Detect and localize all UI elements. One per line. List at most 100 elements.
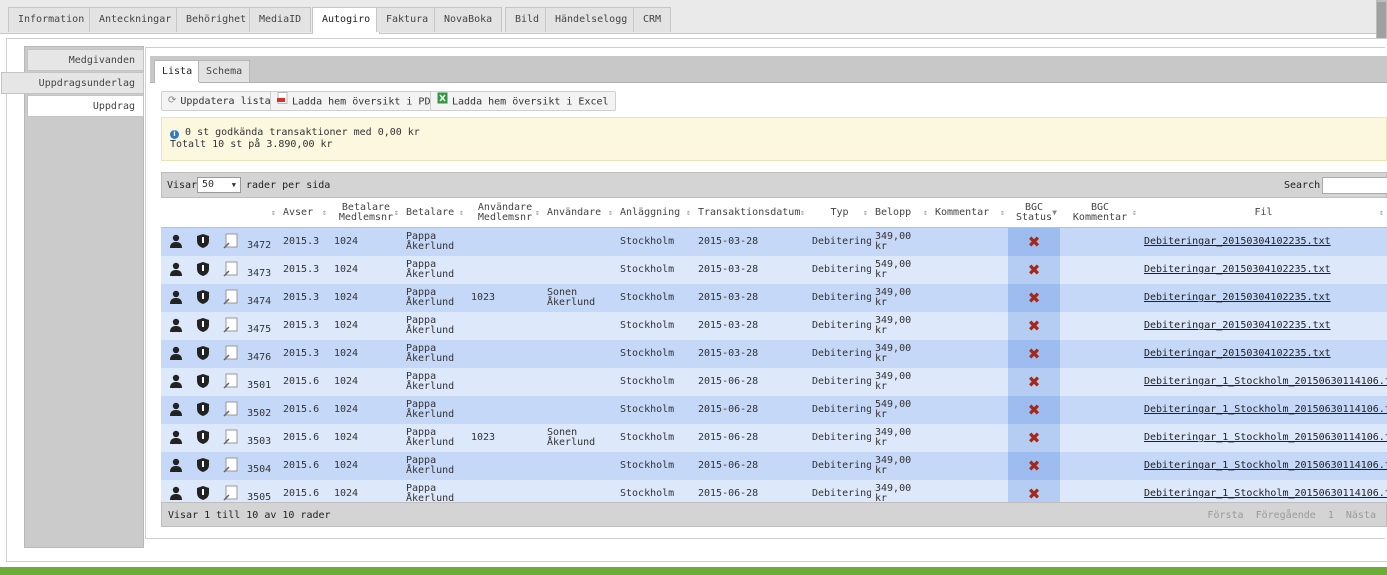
cell-betalare: Pappa Åkerlund xyxy=(402,452,467,480)
user-icon[interactable] xyxy=(169,290,183,307)
file-link[interactable]: Debiteringar_20150304102235.txt xyxy=(1144,292,1331,303)
sidebar-item-medgivanden[interactable]: Medgivanden xyxy=(27,49,144,71)
file-link[interactable]: Debiteringar_20150304102235.txt xyxy=(1144,264,1331,275)
info-approved-text: 0 st godkända transaktioner med 0,00 kr xyxy=(185,127,420,138)
pager-page-1[interactable]: 1 xyxy=(1328,510,1334,521)
edit-icon[interactable] xyxy=(223,317,239,336)
col-header-typ[interactable]: Typ ⇕ xyxy=(808,198,871,228)
file-link[interactable]: Debiteringar_1_Stockholm_20150630114106.… xyxy=(1144,432,1387,443)
file-link[interactable]: Debiteringar_20150304102235.txt xyxy=(1144,236,1331,247)
col-header-anlaggning[interactable]: Anläggning ⇕ xyxy=(616,198,694,228)
user-icon[interactable] xyxy=(169,486,183,503)
pager-previous[interactable]: Föregående xyxy=(1256,510,1316,521)
edit-icon[interactable] xyxy=(223,401,239,420)
tab-faktura[interactable]: Faktura xyxy=(376,7,439,32)
pager-next[interactable]: Nästa xyxy=(1346,510,1376,521)
cell-betalare: Pappa Åkerlund xyxy=(402,340,467,368)
edit-icon[interactable] xyxy=(223,233,239,252)
file-link[interactable]: Debiteringar_1_Stockholm_20150630114106.… xyxy=(1144,488,1387,499)
sidebar-item-uppdragsunderlag[interactable]: Uppdragsunderlag xyxy=(1,72,144,94)
edit-icon[interactable] xyxy=(223,457,239,476)
col-header-bgc-status[interactable]: BGC Status ▼ xyxy=(1008,198,1060,228)
table-row: 3504 2015.6 1024 Pappa Åkerlund Stockholm… xyxy=(161,452,1387,480)
tab-anteckningar[interactable]: Anteckningar xyxy=(89,7,182,32)
edit-icon[interactable] xyxy=(223,345,239,364)
file-link[interactable]: Debiteringar_1_Stockholm_20150630114106.… xyxy=(1144,404,1387,415)
shield-icon[interactable] xyxy=(197,261,210,279)
cell-belopp-currency: kr xyxy=(875,437,888,448)
cell-kommentar xyxy=(931,340,1008,368)
shield-icon[interactable] xyxy=(197,373,210,391)
tab-novaboka[interactable]: NovaBoka xyxy=(434,7,503,32)
user-icon[interactable] xyxy=(169,374,183,391)
shield-icon[interactable] xyxy=(197,457,210,475)
col-header-actions[interactable]: ⇕ xyxy=(161,198,279,228)
cell-bgc-kommentar xyxy=(1060,396,1140,424)
download-excel-button[interactable]: Ladda hem översikt i Excel xyxy=(430,91,616,111)
col-header-kommentar[interactable]: Kommentar ⇕ xyxy=(931,198,1008,228)
col-header-anvandare[interactable]: Användare ⇕ xyxy=(543,198,616,228)
col-header-avser[interactable]: Avser ⇕ xyxy=(279,198,330,228)
user-icon[interactable] xyxy=(169,234,183,251)
shield-icon[interactable] xyxy=(197,289,210,307)
cell-kommentar xyxy=(931,368,1008,396)
user-icon[interactable] xyxy=(169,262,183,279)
file-link[interactable]: Debiteringar_1_Stockholm_20150630114106.… xyxy=(1144,376,1387,387)
download-pdf-button[interactable]: Ladda hem översikt i PDF xyxy=(270,91,444,111)
shield-icon[interactable] xyxy=(197,401,210,419)
shield-icon[interactable] xyxy=(197,429,210,447)
col-header-fil[interactable]: Fil ⇕ xyxy=(1140,198,1387,228)
cell-belopp: 549,00 kr xyxy=(871,396,931,424)
tab-information[interactable]: Information xyxy=(8,7,95,32)
user-icon[interactable] xyxy=(169,458,183,475)
cell-betalare-medlemsnr: 1024 xyxy=(330,284,402,312)
table-row: 3475 2015.3 1024 Pappa Åkerlund Stockholm… xyxy=(161,312,1387,340)
cell-transaktionsdatum: 2015-03-28 xyxy=(694,312,808,340)
info-total-text: Totalt 10 st på 3.890,00 kr xyxy=(170,139,333,150)
row-id: 3476 xyxy=(247,352,272,363)
shield-icon[interactable] xyxy=(197,345,210,363)
user-icon[interactable] xyxy=(169,402,183,419)
search-input[interactable] xyxy=(1322,177,1387,194)
pager-first[interactable]: Första xyxy=(1207,510,1243,521)
shield-icon[interactable] xyxy=(197,317,210,335)
cell-anvandare-medlemsnr xyxy=(467,452,543,480)
file-link[interactable]: Debiteringar_20150304102235.txt xyxy=(1144,348,1331,359)
col-header-bgc-kommentar[interactable]: BGC Kommentar ⇕ xyxy=(1060,198,1140,228)
edit-icon[interactable] xyxy=(223,289,239,308)
edit-icon[interactable] xyxy=(223,485,239,504)
page-length-select[interactable]: 50 ▼ xyxy=(197,177,241,193)
tab-behorighet[interactable]: Behörighet xyxy=(176,7,257,32)
tab-lista[interactable]: Lista xyxy=(154,60,201,83)
user-icon[interactable] xyxy=(169,318,183,335)
col-header-belopp[interactable]: Belopp ⇕ xyxy=(871,198,931,228)
edit-icon[interactable] xyxy=(223,261,239,280)
sidebar-item-uppdrag[interactable]: Uppdrag xyxy=(27,95,144,117)
col-header-anvandare-medlemsnr[interactable]: Användare Medlemsnr ⇕ xyxy=(467,198,543,228)
col-header-label: Belopp xyxy=(875,206,912,218)
file-link[interactable]: Debiteringar_20150304102235.txt xyxy=(1144,320,1331,331)
shield-icon[interactable] xyxy=(197,233,210,251)
cell-belopp: 349,00 kr xyxy=(871,227,931,256)
cell-anlaggning: Stockholm xyxy=(616,284,694,312)
col-header-transaktionsdatum[interactable]: Transaktionsdatum ⇕ xyxy=(694,198,808,228)
user-icon[interactable] xyxy=(169,346,183,363)
col-header-betalare-medlemsnr[interactable]: Betalare Medlemsnr ⇕ xyxy=(330,198,402,228)
tab-mediaid[interactable]: MediaID xyxy=(249,7,312,32)
col-header-label: Användare xyxy=(547,206,602,218)
x-icon: ✖ xyxy=(1008,452,1060,480)
tab-schema[interactable]: Schema xyxy=(198,60,251,82)
edit-icon[interactable] xyxy=(223,373,239,392)
tab-handelselogg[interactable]: Händelselogg xyxy=(545,7,638,32)
edit-icon[interactable] xyxy=(223,429,239,448)
tab-bild[interactable]: Bild xyxy=(505,7,550,32)
refresh-list-button[interactable]: ⟳ Uppdatera lista xyxy=(161,91,278,111)
file-link[interactable]: Debiteringar_1_Stockholm_20150630114106.… xyxy=(1144,460,1387,471)
cell-fil: Debiteringar_20150304102235.txt xyxy=(1140,284,1387,312)
col-header-betalare[interactable]: Betalare ⇕ xyxy=(402,198,467,228)
shield-icon[interactable] xyxy=(197,485,210,503)
tab-crm[interactable]: CRM xyxy=(633,7,672,32)
cell-belopp-currency: kr xyxy=(875,465,888,476)
user-icon[interactable] xyxy=(169,430,183,447)
tab-autogiro[interactable]: Autogiro xyxy=(312,7,381,34)
